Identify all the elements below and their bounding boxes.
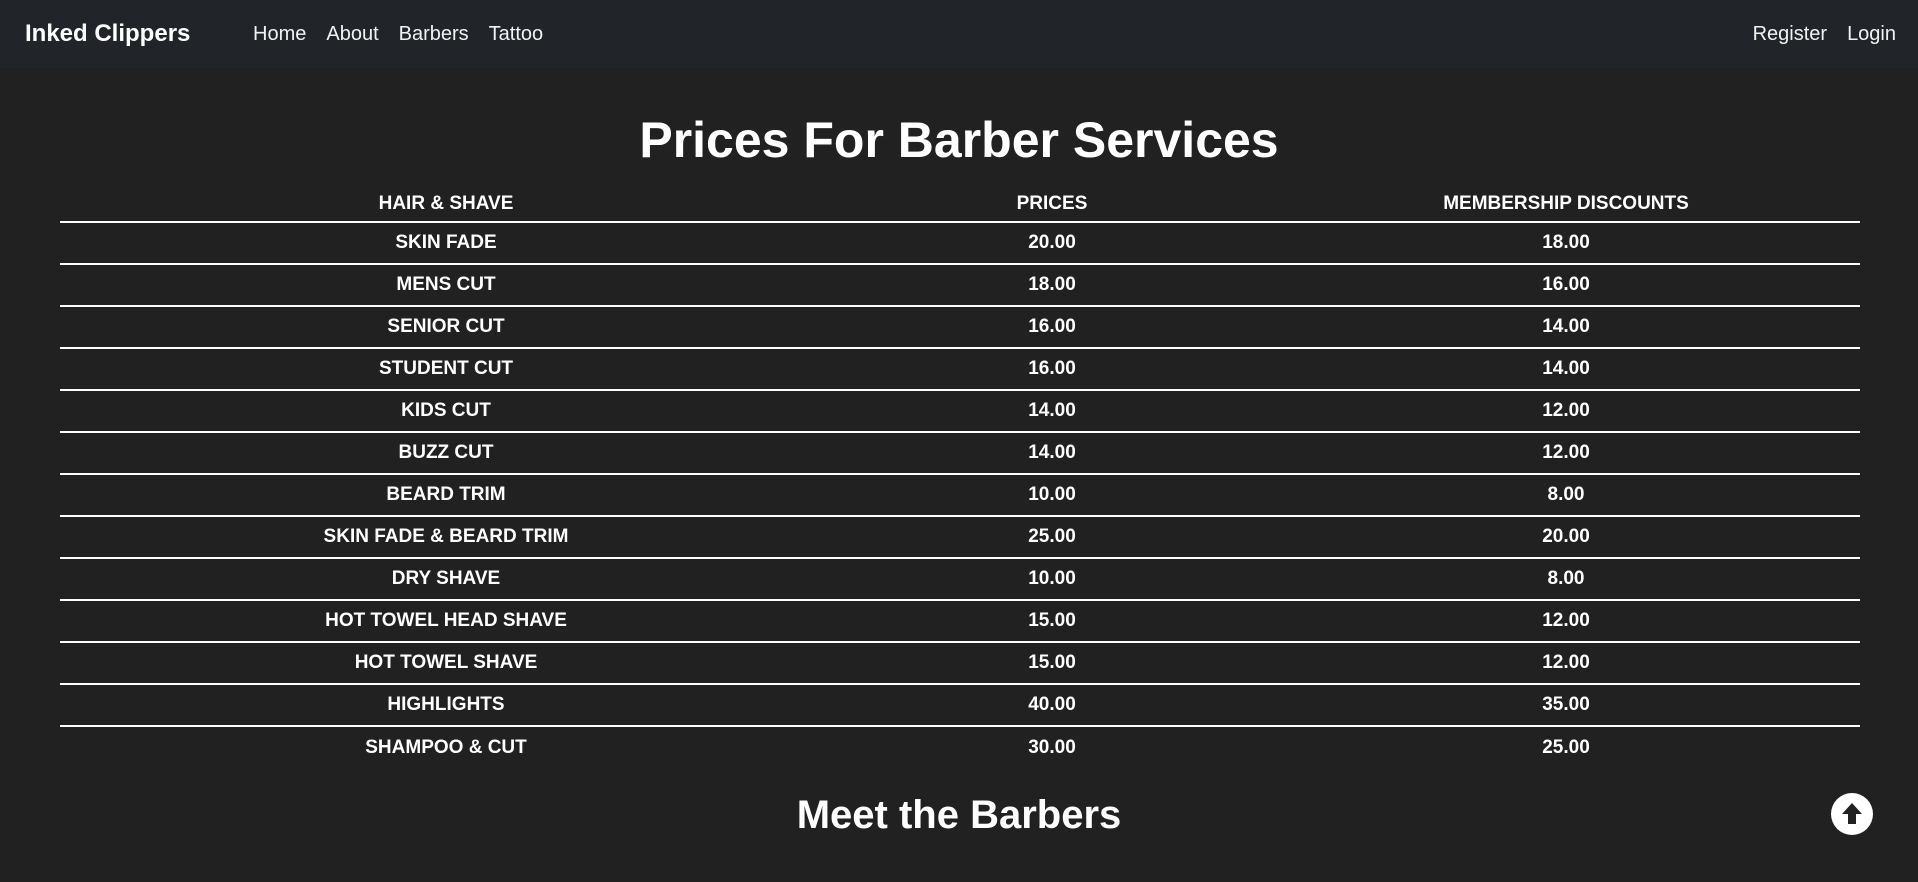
table-row: MENS CUT 18.00 16.00 bbox=[60, 264, 1860, 306]
login-link[interactable]: Login bbox=[1847, 16, 1896, 52]
service-discount: 20.00 bbox=[1542, 526, 1590, 547]
service-discount: 12.00 bbox=[1542, 400, 1590, 421]
service-price: 15.00 bbox=[1028, 652, 1076, 673]
nav-tattoo-link[interactable]: Tattoo bbox=[489, 16, 543, 52]
service-name: BEARD TRIM bbox=[386, 484, 506, 505]
service-name: SENIOR CUT bbox=[387, 316, 505, 337]
service-discount: 14.00 bbox=[1542, 358, 1590, 379]
service-price: 15.00 bbox=[1028, 610, 1076, 631]
table-row: SKIN FADE 20.00 18.00 bbox=[60, 222, 1860, 264]
price-table: HAIR & SHAVE PRICES MEMBERSHIP DISCOUNTS… bbox=[60, 186, 1860, 768]
service-name: DRY SHAVE bbox=[391, 568, 501, 589]
table-row: DRY SHAVE 10.00 8.00 bbox=[60, 558, 1860, 600]
service-price: 10.00 bbox=[1028, 568, 1076, 589]
nav-auth-links: Register Login bbox=[1753, 16, 1896, 52]
service-price: 16.00 bbox=[1028, 316, 1076, 337]
table-row: STUDENT CUT 16.00 14.00 bbox=[60, 348, 1860, 390]
table-row: HIGHLIGHTS 40.00 35.00 bbox=[60, 684, 1860, 726]
table-header-row: HAIR & SHAVE PRICES MEMBERSHIP DISCOUNTS bbox=[60, 186, 1860, 222]
page-title: Prices For Barber Services bbox=[639, 112, 1279, 168]
table-row: HOT TOWEL SHAVE 15.00 12.00 bbox=[60, 642, 1860, 684]
service-discount: 8.00 bbox=[1547, 484, 1585, 505]
nav-barbers-link[interactable]: Barbers bbox=[399, 16, 469, 52]
service-price: 14.00 bbox=[1028, 400, 1076, 421]
service-name: HIGHLIGHTS bbox=[387, 694, 505, 715]
service-price: 25.00 bbox=[1028, 526, 1076, 547]
column-header-prices: PRICES bbox=[1016, 192, 1088, 214]
table-row: SENIOR CUT 16.00 14.00 bbox=[60, 306, 1860, 348]
table-row: HOT TOWEL HEAD SHAVE 15.00 12.00 bbox=[60, 600, 1860, 642]
column-header-membership: MEMBERSHIP DISCOUNTS bbox=[1443, 192, 1689, 214]
service-discount: 25.00 bbox=[1542, 736, 1590, 758]
service-discount: 12.00 bbox=[1542, 442, 1590, 463]
brand-link[interactable]: Inked Clippers bbox=[25, 16, 190, 52]
service-name: HOT TOWEL HEAD SHAVE bbox=[325, 610, 567, 631]
service-discount: 8.00 bbox=[1547, 568, 1585, 589]
meet-barbers-heading: Meet the Barbers bbox=[796, 793, 1122, 837]
table-row: SHAMPOO & CUT 30.00 25.00 bbox=[60, 726, 1860, 768]
service-name: STUDENT CUT bbox=[378, 358, 514, 379]
service-price: 18.00 bbox=[1028, 274, 1076, 295]
service-discount: 16.00 bbox=[1542, 274, 1590, 295]
nav-home-link[interactable]: Home bbox=[253, 16, 306, 52]
table-row: SKIN FADE & BEARD TRIM 25.00 20.00 bbox=[60, 516, 1860, 558]
navbar: Inked Clippers Home About Barbers Tattoo… bbox=[0, 0, 1918, 68]
service-name: SKIN FADE bbox=[395, 232, 497, 253]
scroll-to-top-button[interactable] bbox=[1831, 793, 1873, 835]
service-name: MENS CUT bbox=[396, 274, 496, 295]
service-discount: 18.00 bbox=[1542, 232, 1590, 253]
service-price: 20.00 bbox=[1028, 232, 1076, 253]
service-discount: 14.00 bbox=[1542, 316, 1590, 337]
service-name: BUZZ CUT bbox=[398, 442, 494, 463]
service-discount: 35.00 bbox=[1542, 694, 1590, 715]
nav-about-link[interactable]: About bbox=[326, 16, 378, 52]
service-discount: 12.00 bbox=[1542, 610, 1590, 631]
service-name: HOT TOWEL SHAVE bbox=[354, 652, 538, 673]
nav-links: Home About Barbers Tattoo bbox=[253, 16, 543, 52]
service-price: 10.00 bbox=[1028, 484, 1076, 505]
service-name: KIDS CUT bbox=[401, 400, 491, 421]
service-price: 14.00 bbox=[1028, 442, 1076, 463]
service-name: SKIN FADE & BEARD TRIM bbox=[323, 526, 569, 547]
table-row: BEARD TRIM 10.00 8.00 bbox=[60, 474, 1860, 516]
table-row: KIDS CUT 14.00 12.00 bbox=[60, 390, 1860, 432]
arrow-up-circle-icon bbox=[1832, 794, 1872, 834]
table-row: BUZZ CUT 14.00 12.00 bbox=[60, 432, 1860, 474]
register-link[interactable]: Register bbox=[1753, 16, 1827, 52]
service-price: 30.00 bbox=[1028, 736, 1076, 758]
service-name: SHAMPOO & CUT bbox=[365, 736, 527, 758]
service-price: 16.00 bbox=[1028, 358, 1076, 379]
service-price: 40.00 bbox=[1028, 694, 1076, 715]
service-discount: 12.00 bbox=[1542, 652, 1590, 673]
column-header-service: HAIR & SHAVE bbox=[378, 192, 514, 214]
